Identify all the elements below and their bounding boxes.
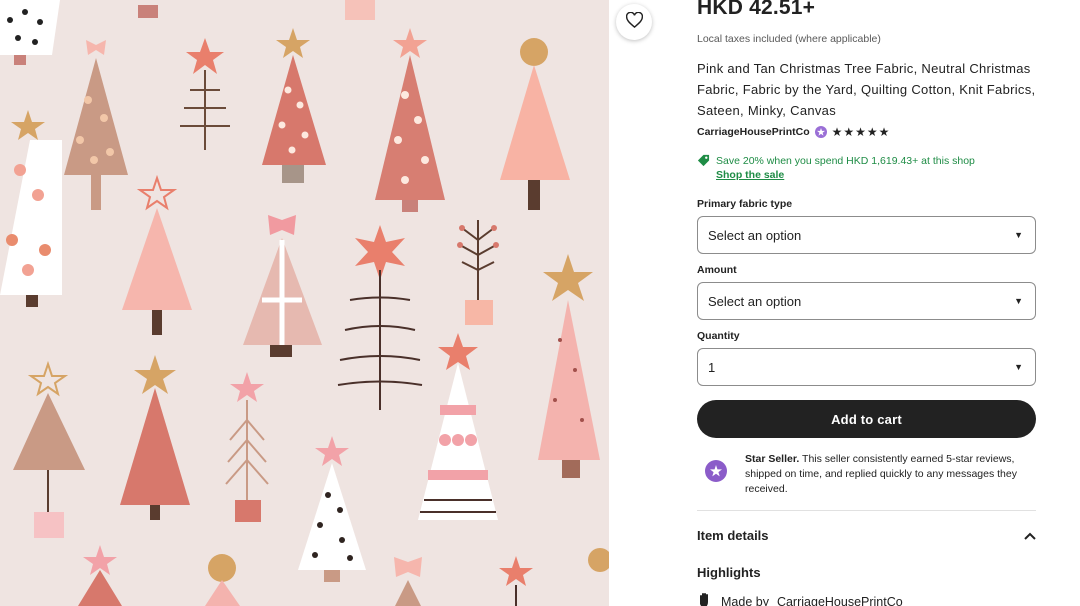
tree-stick-star <box>180 38 230 150</box>
tree-white-black-dots <box>298 436 366 582</box>
quantity-select[interactable]: 1 ▼ <box>697 348 1036 386</box>
tree-pink-dotted-tall <box>375 28 445 212</box>
quantity-label: Quantity <box>697 330 740 342</box>
dropdown-caret-icon: ▼ <box>1014 362 1023 372</box>
tag-icon <box>697 154 710 182</box>
fabric-type-select[interactable]: Select an option ▼ <box>697 216 1036 254</box>
dropdown-caret-icon: ▼ <box>1014 230 1023 240</box>
made-by-row: Made by CarriageHousePrintCo <box>697 592 903 606</box>
tax-note: Local taxes included (where applicable) <box>697 33 881 45</box>
amount-value: Select an option <box>708 293 802 309</box>
made-by-shop-link[interactable]: CarriageHousePrintCo <box>777 595 903 606</box>
made-by-prefix: Made by <box>721 594 769 606</box>
dropdown-caret-icon: ▼ <box>1014 296 1023 306</box>
tree-starburst-branches <box>337 225 423 410</box>
item-details-heading: Item details <box>697 528 769 543</box>
amount-select[interactable]: Select an option ▼ <box>697 282 1036 320</box>
tree-coral-dotted <box>262 28 326 183</box>
tree-white-pink-stripes <box>418 333 498 520</box>
tree-tan-outline-star <box>13 360 85 538</box>
chevron-up-icon <box>1024 528 1036 543</box>
add-to-cart-button[interactable]: Add to cart <box>697 400 1036 438</box>
item-details-toggle[interactable]: Item details <box>697 528 1036 543</box>
promo-text: Save 20% when you spend HKD 1,619.43+ at… <box>716 155 975 167</box>
tree-pink-outline-star <box>122 174 192 335</box>
fabric-type-label: Primary fabric type <box>697 198 793 210</box>
listing-title: Pink and Tan Christmas Tree Fabric, Neut… <box>697 61 1036 118</box>
favorite-button[interactable] <box>616 4 652 40</box>
star-seller-badge-icon <box>705 460 727 482</box>
tree-dotted-white-top <box>0 0 60 65</box>
promo-banner: Save 20% when you spend HKD 1,619.43+ at… <box>697 154 975 182</box>
star-seller-info: Star Seller. This seller consistently ea… <box>705 452 1037 497</box>
highlights-heading: Highlights <box>697 565 761 580</box>
tree-coral-fluffy <box>120 355 190 520</box>
amount-label: Amount <box>697 264 737 276</box>
star-seller-title: Star Seller. <box>745 453 800 465</box>
star-seller-mini-icon <box>814 126 827 138</box>
christmas-tree-fabric-pattern <box>0 0 609 606</box>
tree-white-flowers <box>0 110 62 307</box>
tree-berry-stick <box>457 220 499 325</box>
hand-icon <box>697 592 713 606</box>
shop-the-sale-link[interactable]: Shop the sale <box>716 168 975 182</box>
tree-pink-speckled-gold-star <box>538 254 600 478</box>
shop-rating-row: CarriageHousePrintCo ★★★★★ <box>697 125 890 139</box>
fabric-type-value: Select an option <box>708 227 802 243</box>
shop-name-link[interactable]: CarriageHousePrintCo <box>697 126 810 138</box>
tree-wheat-branch <box>225 372 269 522</box>
rating-stars[interactable]: ★★★★★ <box>832 125 891 139</box>
quantity-value: 1 <box>708 359 716 375</box>
tree-peach-fluffy <box>500 38 570 210</box>
section-divider <box>697 510 1036 511</box>
tree-tan-bow <box>64 40 128 210</box>
tree-plaid-bow <box>243 215 322 357</box>
heart-icon <box>625 11 643 33</box>
price: HKD 42.51+ <box>697 0 816 19</box>
product-image[interactable] <box>0 0 609 606</box>
